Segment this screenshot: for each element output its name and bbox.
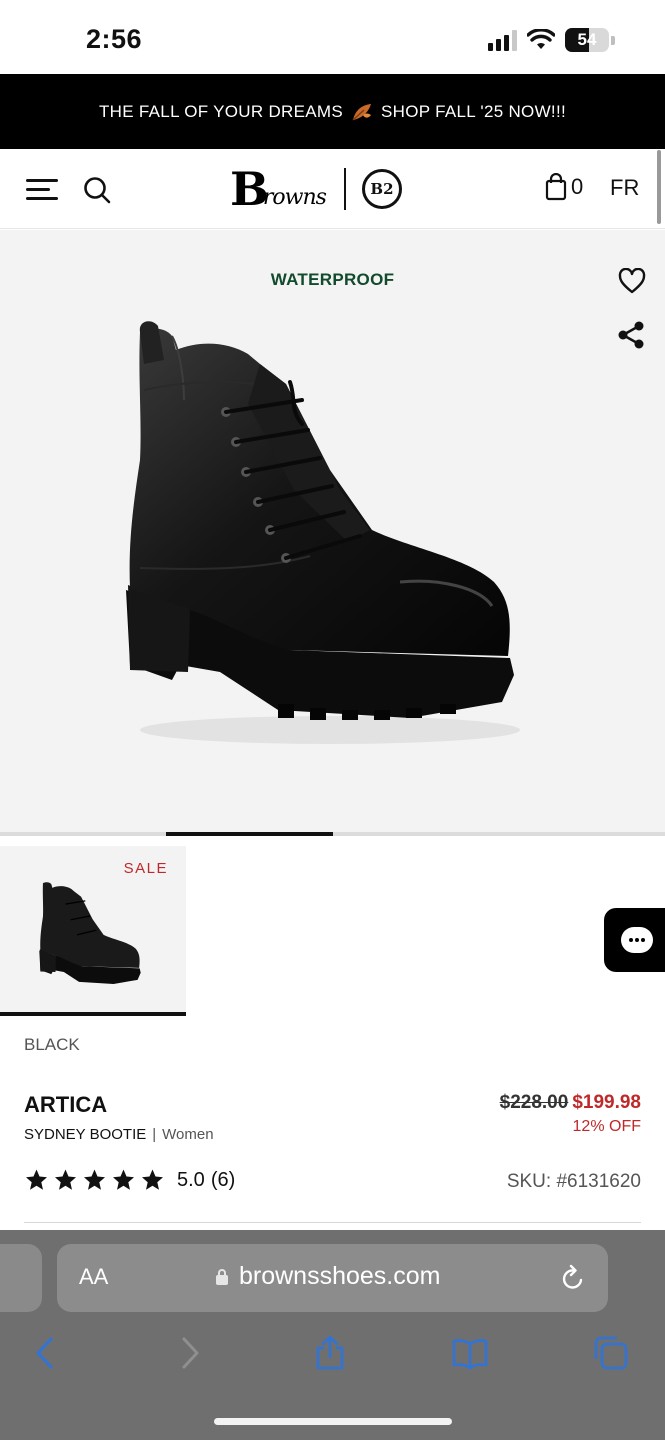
star-icon: [55, 1169, 76, 1190]
reader-settings-button[interactable]: AA: [79, 1264, 108, 1290]
star-icon: [26, 1169, 47, 1190]
battery-icon: 54: [565, 28, 609, 52]
boot-product-image: [126, 321, 520, 744]
battery-cap: [611, 35, 615, 45]
cart-count: 0: [571, 174, 584, 199]
sale-tag: SALE: [123, 860, 168, 877]
product-sku: SKU: #6131620: [506, 1171, 641, 1192]
product-style: SYDNEY BOOTIE: [24, 1126, 147, 1143]
rating-value: 5.0: [177, 1168, 205, 1191]
back-icon[interactable]: [27, 1335, 63, 1371]
heart-icon[interactable]: [618, 268, 646, 294]
product-category[interactable]: Women: [162, 1126, 213, 1143]
product-price: $228.00 $199.98 12% OFF: [500, 1092, 641, 1136]
product-subtitle: SYDNEY BOOTIE | Women: [24, 1126, 214, 1143]
status-icons: 54: [488, 28, 615, 52]
selected-color-label: BLACK: [24, 1035, 80, 1054]
promo-text-end: SHOP FALL '25 NOW!!!: [381, 101, 566, 121]
b2-logo[interactable]: B2: [361, 169, 402, 209]
menu-icon[interactable]: [26, 177, 58, 201]
color-thumbnail[interactable]: SALE: [0, 846, 186, 1016]
share-sheet-icon[interactable]: [312, 1335, 348, 1371]
home-indicator[interactable]: [214, 1418, 452, 1425]
cellular-signal-icon: [488, 29, 517, 51]
status-bar: 2:56 54: [0, 0, 665, 74]
section-divider: [24, 1222, 641, 1223]
maple-leaf-icon: [352, 103, 372, 121]
bookmarks-icon[interactable]: [452, 1335, 488, 1371]
logo-script: rowns: [262, 184, 327, 210]
original-price: $228.00: [499, 1092, 569, 1113]
page-scrollbar[interactable]: [657, 150, 661, 224]
logo-divider: [343, 168, 346, 210]
site-header: Browns B2 0 FR: [0, 149, 665, 229]
waterproof-badge: WATERPROOF: [270, 270, 395, 289]
product-rating[interactable]: 5.0 (6): [24, 1168, 235, 1192]
address-bar[interactable]: AA brownsshoes.com: [57, 1244, 608, 1312]
tabs-icon[interactable]: [593, 1335, 629, 1371]
language-toggle[interactable]: FR: [610, 175, 639, 201]
image-carousel-progress: [0, 832, 665, 836]
reload-icon[interactable]: [560, 1264, 586, 1292]
boot-thumbnail-image: [39, 882, 141, 985]
status-time: 2:56: [86, 24, 143, 54]
lock-icon: [216, 1269, 228, 1285]
star-icon: [84, 1169, 105, 1190]
previous-tab[interactable]: [0, 1244, 42, 1312]
review-count: (6): [210, 1168, 236, 1191]
product-name: ARTICA: [24, 1092, 108, 1117]
chat-bubble-icon: [621, 927, 653, 953]
image-carousel-progress-indicator: [166, 832, 333, 836]
search-icon[interactable]: [82, 175, 112, 205]
wifi-icon: [527, 29, 555, 49]
discount-label: 12% OFF: [572, 1118, 641, 1135]
forward-icon[interactable]: [172, 1335, 208, 1371]
star-icon: [113, 1169, 134, 1190]
battery-level: 54: [577, 30, 597, 49]
browser-toolbar: AA brownsshoes.com: [0, 1230, 665, 1440]
url-text: brownsshoes.com: [239, 1262, 441, 1290]
shopping-bag-icon: [545, 173, 567, 201]
share-icon[interactable]: [617, 320, 645, 350]
product-image-carousel[interactable]: WATERPROOF: [0, 230, 665, 834]
chat-button[interactable]: [604, 908, 665, 972]
star-icon: [142, 1169, 163, 1190]
browns-logo[interactable]: Browns B2: [230, 165, 402, 213]
sale-price: $199.98: [572, 1092, 641, 1113]
cart-button[interactable]: 0: [545, 173, 583, 201]
promo-text-start: THE FALL OF YOUR DREAMS: [99, 101, 344, 121]
promo-banner[interactable]: THE FALL OF YOUR DREAMS SHOP FALL '25 NO…: [0, 74, 665, 149]
